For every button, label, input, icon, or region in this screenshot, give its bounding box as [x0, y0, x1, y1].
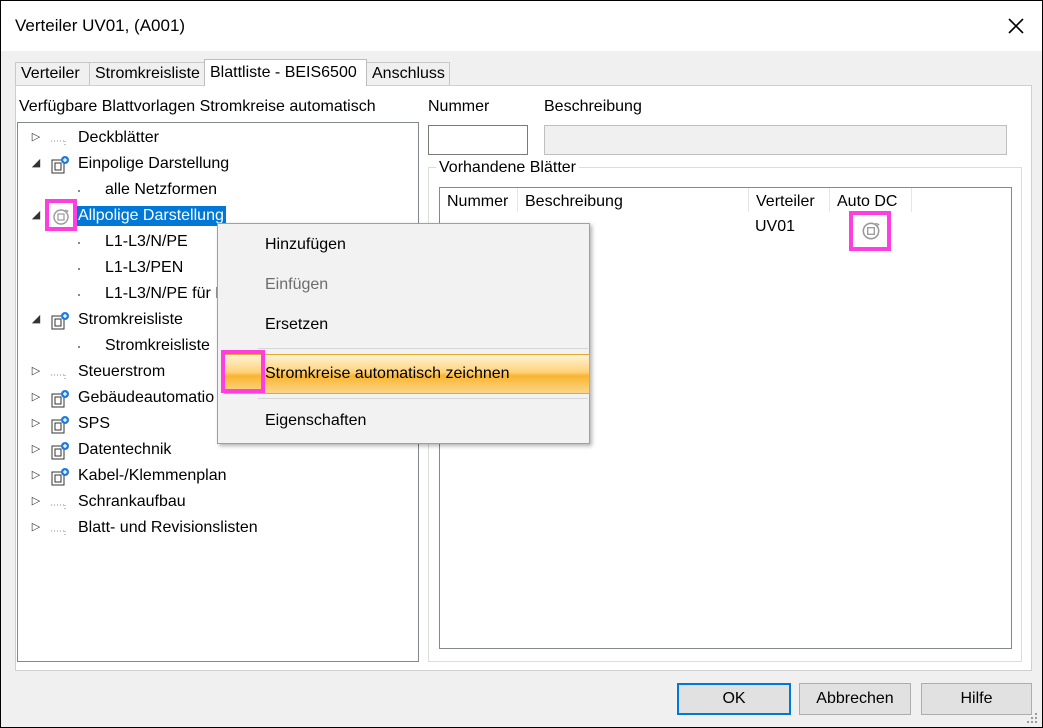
tab-label: Verteiler — [21, 65, 80, 82]
tab-anschluss[interactable]: Anschluss — [366, 62, 450, 85]
tree-item-label: L1-L3/N/PE für L — [105, 285, 225, 302]
tab-label: Anschluss — [372, 65, 445, 82]
tree-heading: Verfügbare Blattvorlagen Stromkreise aut… — [19, 98, 376, 115]
page-collapsed-icon — [51, 374, 66, 381]
menu-item-ersetzen[interactable]: Ersetzen — [218, 310, 589, 342]
tree-dot — [78, 190, 80, 192]
page-collapsed-icon — [51, 504, 66, 511]
title-bar: Verteiler UV01, (A001) — [1, 1, 1042, 51]
column-header-beschreibung[interactable]: Beschreibung — [518, 188, 749, 212]
menu-item-einfuegen[interactable]: Einfügen — [218, 270, 589, 302]
tree-item-label: Stromkreisliste — [105, 337, 210, 354]
tree-item-label: Einpolige Darstellung — [78, 155, 230, 172]
expand-icon[interactable]: ▷ — [30, 390, 42, 404]
menu-separator — [258, 398, 588, 399]
column-header-auto-dc[interactable]: Auto DC — [830, 188, 912, 212]
column-header-verteiler[interactable]: Verteiler — [749, 188, 830, 212]
nummer-label: Nummer — [428, 98, 490, 115]
tree-item-label: Allpolige Darstellung — [76, 206, 226, 226]
dialog-window: Verteiler UV01, (A001) Verteiler Stromkr… — [0, 0, 1043, 728]
menu-item-stromkreise-automatisch-zeichnen[interactable]: Stromkreise automatisch zeichnen — [224, 354, 590, 394]
tree-dot — [78, 268, 80, 270]
menu-item-label: Einfügen — [265, 276, 329, 293]
window-title: Verteiler UV01, (A001) — [15, 16, 186, 35]
tree-item-label: Deckblätter — [78, 129, 159, 146]
tree-item-label: Stromkreisliste — [78, 311, 183, 328]
collapse-icon[interactable]: ◢ — [30, 156, 42, 170]
close-icon[interactable] — [1004, 14, 1028, 38]
menu-separator — [258, 348, 588, 349]
tree-item-label: L1-L3/N/PE — [105, 233, 188, 250]
sheet-group-icon — [51, 312, 69, 330]
highlight-marker — [45, 199, 77, 231]
resize-grip-icon[interactable] — [1023, 709, 1039, 725]
tab-stromkreisliste[interactable]: Stromkreisliste — [89, 62, 207, 85]
cell-verteiler: UV01 — [755, 218, 796, 235]
tree-item-label: Kabel-/Klemmenplan — [78, 467, 227, 484]
tree-item-label: Steuerstrom — [78, 363, 166, 380]
tree-item-label: alle Netzformen — [105, 181, 218, 198]
help-button[interactable]: Hilfe — [921, 683, 1032, 715]
sheet-group-icon — [51, 416, 69, 434]
tab-label: Stromkreisliste — [95, 65, 200, 82]
tree-item-einpolige[interactable]: ◢ Einpolige Darstellung — [18, 152, 418, 176]
tree-item-label: L1-L3/PEN — [105, 259, 184, 276]
tree-dot — [78, 346, 80, 348]
beschreibung-input[interactable] — [544, 125, 1007, 155]
context-menu: Hinzufügen Einfügen Ersetzen Stromkreise… — [217, 223, 590, 444]
tree-item-label: SPS — [78, 415, 111, 432]
sheet-group-icon — [51, 390, 69, 408]
sheet-group-icon — [51, 468, 69, 486]
collapse-icon[interactable]: ◢ — [30, 312, 42, 326]
expand-icon[interactable]: ▷ — [30, 494, 42, 508]
menu-item-eigenschaften[interactable]: Eigenschaften — [218, 406, 589, 438]
tree-item-kabel-klemmenplan[interactable]: ▷ Kabel-/Klemmenplan — [18, 464, 418, 488]
beschreibung-label: Beschreibung — [544, 98, 642, 115]
expand-icon[interactable]: ▷ — [30, 442, 42, 456]
tree-dot — [78, 242, 80, 244]
tree-dot — [78, 294, 80, 296]
highlight-marker — [221, 350, 265, 393]
column-header-nummer[interactable]: Nummer — [440, 188, 518, 212]
tree-item-label: Schrankaufbau — [78, 493, 186, 510]
nummer-input[interactable] — [428, 125, 528, 155]
sheet-group-icon — [51, 156, 69, 174]
tree-item-label: Datentechnik — [78, 441, 172, 458]
tree-item-alle-netzformen[interactable]: alle Netzformen — [18, 178, 418, 202]
expand-icon[interactable]: ▷ — [30, 416, 42, 430]
ok-button[interactable]: OK — [677, 683, 791, 715]
page-collapsed-icon — [51, 140, 66, 147]
menu-item-hinzufuegen[interactable]: Hinzufügen — [218, 230, 589, 262]
page-collapsed-icon — [51, 530, 66, 537]
group-title: Vorhandene Blätter — [436, 159, 579, 177]
tab-blattliste[interactable]: Blattliste - BEIS6500 — [204, 59, 367, 86]
sheet-group-icon — [51, 442, 69, 460]
menu-item-label: Ersetzen — [265, 316, 329, 333]
highlight-marker — [849, 211, 891, 251]
expand-icon[interactable]: ▷ — [30, 468, 42, 482]
menu-item-label: Eigenschaften — [265, 412, 367, 429]
menu-item-label: Stromkreise automatisch zeichnen — [265, 365, 510, 382]
expand-icon[interactable]: ▷ — [30, 364, 42, 378]
collapse-icon[interactable]: ◢ — [30, 208, 42, 222]
expand-icon[interactable]: ▷ — [30, 520, 42, 534]
tab-verteiler[interactable]: Verteiler — [15, 62, 91, 85]
menu-item-label: Hinzufügen — [265, 236, 346, 253]
expand-icon[interactable]: ▷ — [30, 130, 42, 144]
tree-item-label: Blatt- und Revisionslisten — [78, 519, 258, 536]
tree-item-blatt-revisionslisten[interactable]: ▷ Blatt- und Revisionslisten — [18, 516, 418, 540]
tree-item-deckblaetter[interactable]: ▷ Deckblätter — [18, 126, 418, 150]
tree-item-schrankaufbau[interactable]: ▷ Schrankaufbau — [18, 490, 418, 514]
tab-label: Blattliste - BEIS6500 — [210, 64, 357, 81]
tree-item-label: Gebäudeautomatio — [78, 389, 215, 406]
cancel-button[interactable]: Abbrechen — [799, 683, 911, 715]
